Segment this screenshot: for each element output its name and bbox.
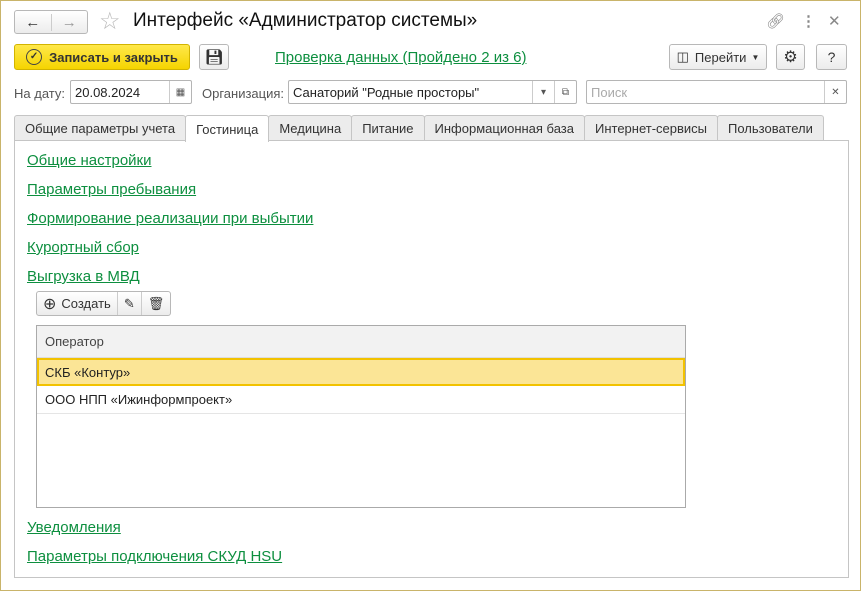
panel-icon: ◫ [676, 49, 689, 64]
nav-buttons: ← → [14, 10, 88, 34]
tab-infobase[interactable]: Информационная база [423, 115, 585, 141]
link-mvd-export[interactable]: Выгрузка в МВД [27, 268, 140, 285]
tab-panel: Общие настройки Параметры пребывания Фор… [14, 140, 849, 578]
org-value: Санаторий "Родные просторы" [293, 84, 480, 100]
window: ← → ☆ Интерфейс «Администратор системы» 🔗… [0, 0, 861, 591]
link-stay-params[interactable]: Параметры пребывания [27, 181, 196, 198]
check-data-link[interactable]: Проверка данных (Пройдено 2 из 6) [275, 49, 526, 66]
link-skud-hsu[interactable]: Параметры подключения СКУД HSU [27, 548, 282, 565]
favorite-star-icon[interactable]: ☆ [99, 7, 121, 36]
dropdown-icon[interactable]: ▾ [532, 81, 554, 103]
more-icon[interactable]: ⋮ [801, 12, 816, 30]
link-general-settings[interactable]: Общие настройки [27, 152, 152, 169]
link-icon[interactable]: 🔗︎ [766, 12, 785, 30]
forward-button[interactable]: → [50, 13, 88, 31]
tab-general[interactable]: Общие параметры учета [14, 115, 187, 141]
check-icon: ✓ [26, 49, 43, 65]
tab-bar: Общие параметры учета Гостиница Медицина… [14, 115, 824, 142]
open-icon[interactable]: ⧉ [554, 81, 576, 103]
search-placeholder: Поиск [591, 84, 628, 100]
search-input[interactable]: Поиск ✕ [586, 80, 847, 104]
tab-internet[interactable]: Интернет-сервисы [583, 115, 719, 141]
date-field[interactable]: 20.08.2024 ▦ [70, 80, 192, 104]
floppy-icon: 💾︎ [204, 49, 224, 66]
gear-icon: ⚙ [783, 49, 798, 66]
create-label: Создать [61, 296, 111, 311]
trash-icon: 🗑︎ [147, 295, 165, 311]
table-row[interactable]: СКБ «Контур» [37, 358, 685, 386]
tab-hotel[interactable]: Гостиница [185, 115, 270, 142]
edit-button[interactable]: ✎ [116, 292, 141, 315]
org-field[interactable]: Санаторий "Родные просторы" ▾ ⧉ [288, 80, 577, 104]
tab-users[interactable]: Пользователи [717, 115, 824, 141]
dropdown-icon: ▼ [751, 52, 760, 62]
column-header-operator[interactable]: Оператор [37, 326, 685, 358]
create-button[interactable]: ⊕ Создать [37, 292, 117, 315]
save-button[interactable]: 💾︎ [199, 44, 229, 70]
operators-table: Оператор СКБ «Контур» ООО НПП «Ижинформп… [36, 325, 686, 508]
window-title: Интерфейс «Администратор системы» [133, 10, 478, 31]
date-value: 20.08.2024 [75, 84, 141, 100]
link-resort-fee[interactable]: Курортный сбор [27, 239, 139, 256]
table-row[interactable]: ООО НПП «Ижинформпроект» [37, 386, 685, 414]
org-label: Организация: [202, 86, 285, 101]
back-button[interactable]: ← [15, 14, 51, 31]
clear-icon[interactable]: ✕ [824, 81, 846, 103]
link-notifications[interactable]: Уведомления [27, 519, 121, 536]
close-icon[interactable]: ✕ [828, 12, 841, 30]
date-label: На дату: [14, 86, 65, 101]
calendar-icon[interactable]: ▦ [169, 81, 191, 103]
link-checkout-sales[interactable]: Формирование реализации при выбытии [27, 210, 313, 227]
pencil-icon: ✎ [123, 295, 135, 311]
goto-label: Перейти [694, 49, 747, 65]
save-close-button[interactable]: ✓ Записать и закрыть [14, 44, 190, 70]
tab-medicine[interactable]: Медицина [268, 115, 353, 141]
delete-button[interactable]: 🗑︎ [140, 292, 171, 315]
help-button[interactable]: ? [816, 44, 847, 70]
plus-icon: ⊕ [43, 295, 57, 313]
goto-button[interactable]: ◫ Перейти ▼ [669, 44, 767, 70]
table-toolbar: ⊕ Создать ✎ 🗑︎ [36, 291, 172, 316]
save-close-label: Записать и закрыть [49, 49, 178, 65]
settings-button[interactable]: ⚙ [776, 44, 805, 70]
tab-food[interactable]: Питание [351, 115, 425, 141]
